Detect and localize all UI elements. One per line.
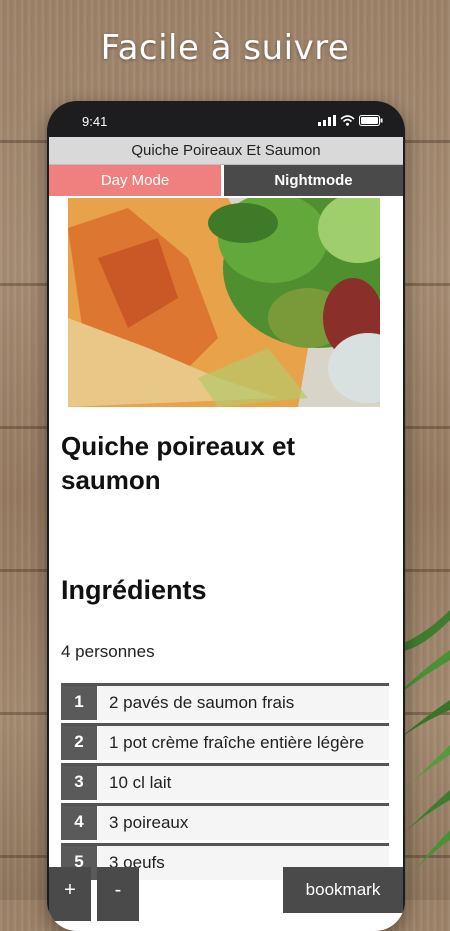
- zoom-out-button[interactable]: -: [97, 867, 139, 921]
- ingredient-row: 4 3 poireaux: [61, 803, 389, 840]
- status-bar: 9:41: [47, 111, 405, 133]
- ingredients-list: 1 2 pavés de saumon frais 2 1 pot crème …: [61, 683, 389, 883]
- servings-text: 4 personnes: [61, 642, 155, 661]
- ingredient-text: 10 cl lait: [109, 773, 172, 792]
- app-title: Quiche Poireaux Et Saumon: [49, 137, 403, 165]
- night-mode-button[interactable]: Nightmode: [224, 165, 403, 196]
- ingredient-row: 2 1 pot crème fraîche entière légère: [61, 723, 389, 760]
- status-time: 9:41: [82, 114, 108, 129]
- ingredient-number: 3: [61, 766, 97, 800]
- ingredient-text: 1 pot crème fraîche entière légère: [109, 733, 365, 752]
- day-mode-button[interactable]: Day Mode: [49, 165, 221, 196]
- ingredient-text: 3 poireaux: [109, 813, 189, 832]
- recipe-photo: [68, 198, 380, 407]
- wifi-icon: [340, 115, 355, 126]
- ingredient-number: 2: [61, 726, 97, 760]
- recipe-title: Quiche poireaux et saumon: [61, 431, 296, 495]
- ingredients-heading: Ingrédients: [61, 575, 207, 605]
- bookmark-button[interactable]: bookmark: [283, 867, 403, 913]
- signal-icon: [318, 115, 336, 126]
- ingredient-number: 4: [61, 806, 97, 840]
- phone-frame: 9:41 Quiche Poireaux Et Saumon Day Mode …: [47, 101, 405, 931]
- app-screen: Quiche Poireaux Et Saumon Day Mode Night…: [49, 137, 403, 931]
- banner-headline: Facile à suivre: [100, 28, 350, 68]
- ingredient-row: 3 10 cl lait: [61, 763, 389, 800]
- status-icons: [318, 115, 383, 126]
- ingredient-number: 1: [61, 686, 97, 720]
- ingredient-row: 1 2 pavés de saumon frais: [61, 683, 389, 720]
- mode-toggle: Day Mode Nightmode: [49, 165, 403, 196]
- ingredient-text: 2 pavés de saumon frais: [109, 693, 295, 712]
- zoom-in-button[interactable]: +: [49, 867, 91, 921]
- battery-icon: [359, 115, 383, 126]
